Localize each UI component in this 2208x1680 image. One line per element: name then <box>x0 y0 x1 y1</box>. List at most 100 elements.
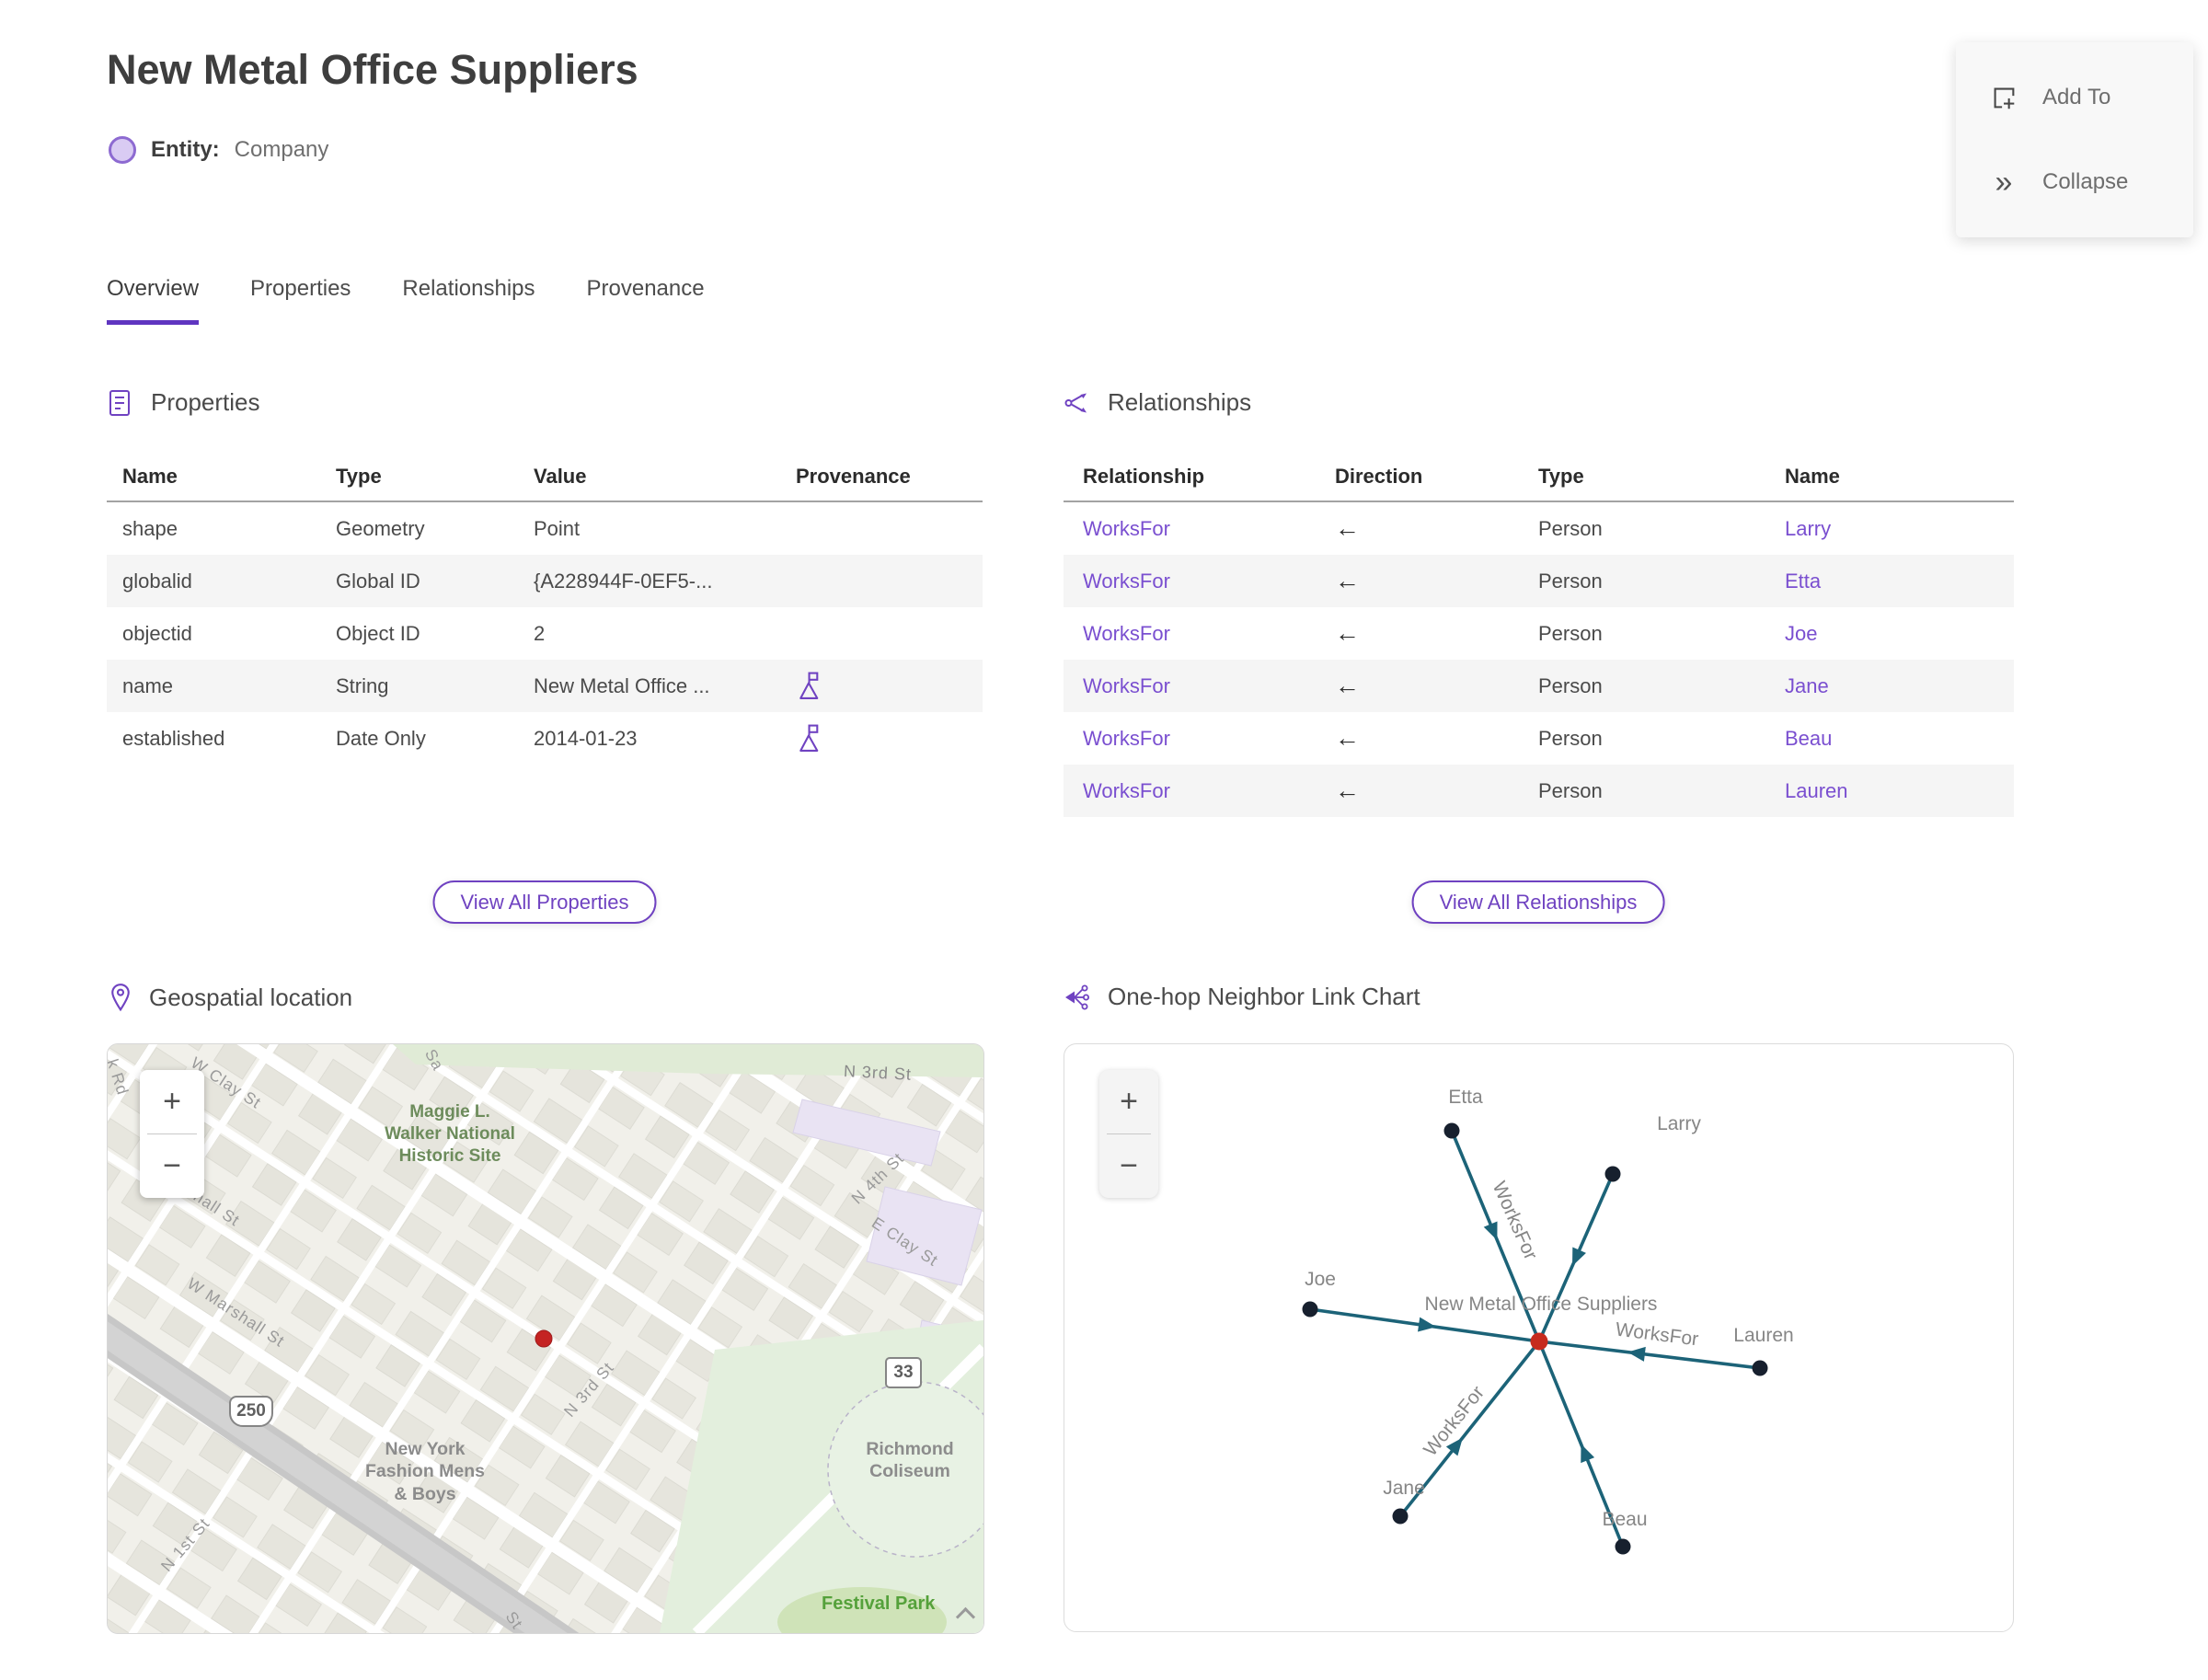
relationship-link[interactable]: WorksFor <box>1064 674 1316 698</box>
direction-arrow: ← <box>1335 514 1360 542</box>
geospatial-heading-label: Geospatial location <box>149 983 353 1011</box>
prop-value: {A228944F-0EF5-... <box>534 569 713 593</box>
prop-value: New Metal Office ... <box>534 673 710 697</box>
add-to-label: Add To <box>2042 84 2111 109</box>
provenance-flag-icon[interactable] <box>796 671 821 701</box>
zoom-in-button[interactable]: + <box>1099 1070 1158 1133</box>
add-to-button[interactable]: Add To <box>1989 83 2193 112</box>
tab-relationships[interactable]: Relationships <box>402 276 535 325</box>
rel-name-link[interactable]: Larry <box>1765 517 2014 541</box>
properties-table: Name Type Value Provenance shape Geometr… <box>107 453 983 765</box>
direction-arrow: ← <box>1335 619 1360 647</box>
rel-type: Person <box>1538 726 1603 750</box>
entity-row: Entity: Company <box>109 136 328 164</box>
prop-value: 2014-01-23 <box>534 726 638 750</box>
relationships-heading: Relationships <box>1064 388 1251 417</box>
map-pin-icon <box>111 984 130 1012</box>
collapse-button[interactable]: » Collapse <box>1989 167 2193 198</box>
rel-type: Person <box>1538 569 1603 593</box>
zoom-out-button[interactable]: − <box>1099 1134 1158 1198</box>
prop-name: objectid <box>122 621 192 645</box>
rel-type: Person <box>1538 778 1603 802</box>
chart-node[interactable] <box>1302 1301 1318 1318</box>
relationship-link[interactable]: WorksFor <box>1064 727 1316 751</box>
tab-properties[interactable]: Properties <box>250 276 351 325</box>
column-header: Name <box>122 465 178 488</box>
chart-node[interactable] <box>1752 1360 1768 1376</box>
table-row: WorksFor ← Person Larry <box>1064 502 2014 555</box>
relationships-table-header: Relationship Direction Type Name <box>1064 453 2014 502</box>
chart-node[interactable] <box>1392 1508 1409 1525</box>
prop-type: Object ID <box>336 621 420 645</box>
entity-type: Company <box>234 137 329 162</box>
view-all-relationships-button[interactable]: View All Relationships <box>1411 880 1665 924</box>
map-zoom-control: + − <box>140 1070 204 1198</box>
properties-heading-label: Properties <box>151 388 260 416</box>
prop-type: Global ID <box>336 569 420 593</box>
collapse-icon: » <box>1995 164 2013 200</box>
prop-value: Point <box>534 516 581 540</box>
rel-name-link[interactable]: Lauren <box>1765 779 2014 803</box>
table-row: shape Geometry Point <box>107 502 983 555</box>
map-canvas[interactable]: k Rd W Clay St Sa N 3rd St Maggie L. Walker … <box>107 1043 984 1634</box>
column-header: Value <box>534 465 587 488</box>
entity-type-icon <box>109 136 136 164</box>
link-chart-canvas[interactable]: Etta Larry Joe Lauren Jane Beau New Metal Offi… <box>1064 1043 2014 1632</box>
prop-provenance <box>780 671 983 701</box>
tab-bar: Overview Properties Relationships Proven… <box>107 276 705 325</box>
link-chart-icon <box>1065 984 1089 1009</box>
geospatial-heading: Geospatial location <box>109 983 352 1012</box>
table-row: name String New Metal Office ... <box>107 660 983 712</box>
prop-name: name <box>122 673 174 697</box>
chart-zoom-control: + − <box>1099 1070 1158 1198</box>
relationship-link[interactable]: WorksFor <box>1064 622 1316 646</box>
column-header: Name <box>1785 465 1840 488</box>
link-chart-svg <box>1302 1122 1768 1555</box>
prop-value: 2 <box>534 621 546 645</box>
chart-node[interactable] <box>1443 1122 1460 1139</box>
rel-type: Person <box>1538 621 1603 645</box>
column-header: Type <box>336 465 382 488</box>
relationship-link[interactable]: WorksFor <box>1064 570 1316 593</box>
rel-name-link[interactable]: Beau <box>1765 727 2014 751</box>
chart-node[interactable] <box>1604 1166 1621 1182</box>
table-row: WorksFor ← Person Lauren <box>1064 765 2014 817</box>
actions-panel: Add To » Collapse <box>1956 42 2193 237</box>
tab-overview[interactable]: Overview <box>107 276 200 325</box>
page-title: New Metal Office Suppliers <box>107 46 638 93</box>
zoom-out-button[interactable]: − <box>140 1134 204 1198</box>
chart-node[interactable] <box>1615 1538 1631 1555</box>
table-row: WorksFor ← Person Etta <box>1064 555 2014 607</box>
rel-name-link[interactable]: Etta <box>1765 570 2014 593</box>
prop-type: Geometry <box>336 516 425 540</box>
column-header: Relationship <box>1083 465 1205 488</box>
relationship-link[interactable]: WorksFor <box>1064 779 1316 803</box>
prop-type: Date Only <box>336 726 426 750</box>
table-row: WorksFor ← Person Jane <box>1064 660 2014 712</box>
properties-heading: Properties <box>107 388 260 417</box>
column-header: Direction <box>1335 465 1423 488</box>
zoom-in-button[interactable]: + <box>140 1070 204 1133</box>
column-header: Provenance <box>796 465 911 488</box>
rel-name-link[interactable]: Joe <box>1765 622 2014 646</box>
collapse-label: Collapse <box>2042 168 2129 194</box>
rel-name-link[interactable]: Jane <box>1765 674 2014 698</box>
linkchart-heading-label: One-hop Neighbor Link Chart <box>1108 983 1420 1010</box>
direction-arrow: ← <box>1335 672 1360 699</box>
relationships-table: Relationship Direction Type Name WorksFo… <box>1064 453 2014 817</box>
direction-arrow: ← <box>1335 724 1360 752</box>
provenance-flag-icon[interactable] <box>796 723 821 754</box>
relationships-heading-label: Relationships <box>1108 388 1252 416</box>
view-all-properties-button[interactable]: View All Properties <box>432 880 657 924</box>
table-row: globalid Global ID {A228944F-0EF5-... <box>107 555 983 607</box>
add-to-icon <box>1994 87 2015 109</box>
relationship-link[interactable]: WorksFor <box>1064 517 1316 541</box>
column-header: Type <box>1538 465 1584 488</box>
linkchart-heading: One-hop Neighbor Link Chart <box>1064 983 1420 1011</box>
table-row: established Date Only 2014-01-23 <box>107 712 983 765</box>
tab-provenance[interactable]: Provenance <box>587 276 705 325</box>
direction-arrow: ← <box>1335 567 1360 594</box>
prop-type: String <box>336 673 389 697</box>
table-row: WorksFor ← Person Joe <box>1064 607 2014 660</box>
chart-center-node[interactable] <box>1530 1332 1548 1351</box>
